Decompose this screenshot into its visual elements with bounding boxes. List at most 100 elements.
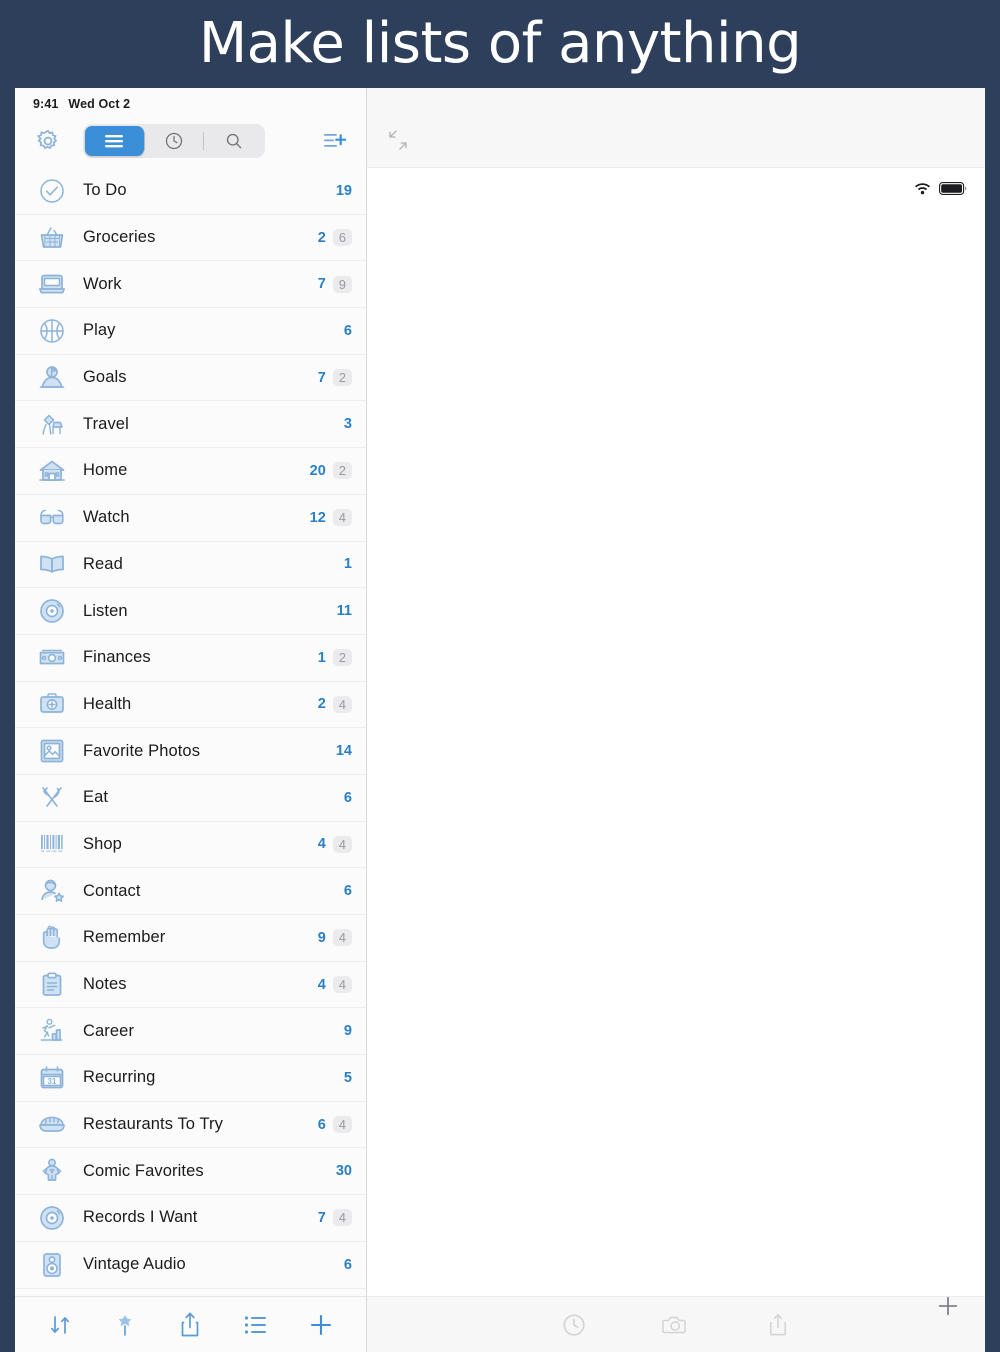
- list-row[interactable]: Groceries 2 6: [15, 214, 366, 262]
- list-row-badges: 3: [338, 416, 352, 432]
- superhero-icon: [37, 1156, 67, 1186]
- list-row-badges: 20 2: [310, 462, 352, 480]
- page-title: Make lists of anything: [198, 11, 802, 76]
- laptop-icon: [37, 269, 67, 299]
- share-icon[interactable]: [173, 1308, 207, 1342]
- list-row[interactable]: Shop 4 4: [15, 821, 366, 869]
- list-row-badges: 30: [336, 1163, 352, 1179]
- view-segmented-control[interactable]: [83, 124, 265, 158]
- badge-primary: 11: [336, 603, 352, 620]
- plus-icon[interactable]: [304, 1308, 338, 1342]
- share-icon[interactable]: [763, 1310, 793, 1340]
- clipboard-icon: [37, 970, 67, 1000]
- list-row-label: Health: [83, 694, 132, 713]
- badge-primary: 7: [317, 276, 326, 293]
- camera-icon[interactable]: [661, 1310, 691, 1340]
- list-row[interactable]: Read 1: [15, 541, 366, 589]
- list-row[interactable]: Comic Favorites 30: [15, 1148, 366, 1196]
- badge-primary: 3: [343, 416, 352, 433]
- collapse-diagonal-arrows-icon[interactable]: [385, 127, 411, 153]
- add-list-icon[interactable]: [320, 126, 350, 156]
- list-row[interactable]: 31 Recurring 5: [15, 1055, 366, 1102]
- badge-primary: 6: [343, 789, 352, 806]
- basket-icon: [37, 223, 67, 253]
- list-row[interactable]: Favorite Photos 14: [15, 728, 366, 775]
- list-row-badges: 11: [337, 603, 352, 619]
- tab-recent[interactable]: [145, 126, 204, 156]
- badge-secondary: 6: [332, 229, 352, 247]
- list-row-badges: 24: [312, 695, 352, 713]
- sort-arrows-icon[interactable]: [43, 1308, 77, 1342]
- photo-frame-icon: [37, 736, 67, 766]
- list-row[interactable]: Eat 6: [15, 774, 366, 822]
- list-row[interactable]: Career 9: [15, 1008, 366, 1056]
- detail-content-area[interactable]: [367, 168, 985, 1296]
- list-row-badges: 14: [336, 743, 352, 759]
- status-time: 9:41: [33, 96, 59, 111]
- badge-primary: 7: [317, 369, 326, 386]
- badge-secondary: 9: [332, 275, 352, 293]
- badge-secondary: 4: [332, 1209, 352, 1227]
- list-row-badges: 19: [336, 183, 352, 199]
- plus-icon[interactable]: [933, 1291, 963, 1321]
- list-row-label: Contact: [83, 881, 141, 900]
- list-row[interactable]: Goods2: [15, 1288, 366, 1296]
- badge-primary: 1: [317, 649, 326, 666]
- list-row[interactable]: Records I Want 7 4: [15, 1195, 366, 1242]
- list-row-label: Watch: [83, 508, 130, 527]
- list-row[interactable]: Remember 9 4: [15, 915, 366, 962]
- list-row[interactable]: Contact 6: [15, 868, 366, 915]
- list-row[interactable]: Home 20 2: [15, 448, 366, 495]
- badge-primary: 4: [317, 836, 326, 853]
- badge-primary: 2: [317, 696, 326, 713]
- list-row[interactable]: Vintage Audio 6: [15, 1241, 366, 1289]
- first-aid-icon: [37, 689, 67, 719]
- speaker-icon: [37, 1250, 67, 1280]
- gear-icon[interactable]: [33, 126, 63, 156]
- list-row-label: Travel: [83, 414, 129, 433]
- basketball-icon: [37, 316, 67, 346]
- list-row[interactable]: Health 2 4: [15, 681, 366, 729]
- travel-icon: [37, 409, 67, 439]
- list-row-label: Comic Favorites: [83, 1161, 204, 1180]
- list-row-badges: 12: [312, 649, 352, 667]
- list-row-badges: 6: [338, 790, 352, 806]
- badge-secondary: 4: [332, 929, 352, 947]
- list-row[interactable]: Restaurants To Try 6 4: [15, 1101, 366, 1149]
- list-row-label: Career: [83, 1021, 135, 1040]
- list-row[interactable]: Finances 1 2: [15, 634, 366, 682]
- list-row-badges: 9: [338, 1023, 352, 1039]
- list-row[interactable]: Notes 4 4: [15, 961, 366, 1009]
- list-row[interactable]: Listen 11: [15, 588, 366, 635]
- badge-secondary: 4: [332, 835, 352, 853]
- list-row-badges: 1: [338, 556, 352, 572]
- badge-primary: 1: [343, 556, 352, 573]
- badge-secondary: 4: [332, 509, 352, 527]
- list-row[interactable]: Work 7 9: [15, 261, 366, 309]
- check-circle-icon: [37, 176, 67, 206]
- pin-star-icon[interactable]: [108, 1308, 142, 1342]
- badge-primary: 7: [317, 1209, 326, 1226]
- tab-search[interactable]: [204, 126, 263, 156]
- badge-primary: 19: [335, 182, 352, 199]
- list-row[interactable]: Watch 12 4: [15, 494, 366, 542]
- list-row[interactable]: Play 6: [15, 308, 366, 355]
- status-date: Wed Oct 2: [68, 96, 131, 111]
- hand-ribbon-icon: [37, 923, 67, 953]
- list-row[interactable]: Goals 7 2: [15, 354, 366, 402]
- vinyl-record-icon: [37, 596, 67, 626]
- list-row[interactable]: To Do 19: [15, 168, 366, 215]
- bullet-list-icon[interactable]: [239, 1308, 273, 1342]
- list-row-label: Restaurants To Try: [83, 1115, 223, 1134]
- clock-icon[interactable]: [559, 1310, 589, 1340]
- app-window: 9:41 Wed Oct 2 To Do 19 Groceries 2 6 Wo…: [15, 88, 985, 1352]
- list-row[interactable]: Travel 3: [15, 401, 366, 449]
- list-row-badges: 26: [312, 229, 352, 247]
- list-row-label: Goals: [83, 368, 127, 387]
- badge-primary: 6: [343, 1256, 352, 1273]
- pie-dish-icon: [37, 1110, 67, 1140]
- list-row-label: Recurring: [83, 1068, 156, 1087]
- list-row-label: Work: [83, 274, 122, 293]
- tab-lists[interactable]: [85, 126, 144, 156]
- list-rows-container[interactable]: To Do 19 Groceries 2 6 Work 7 9 Play 6 Goals 7 2 Trav…: [15, 168, 366, 1296]
